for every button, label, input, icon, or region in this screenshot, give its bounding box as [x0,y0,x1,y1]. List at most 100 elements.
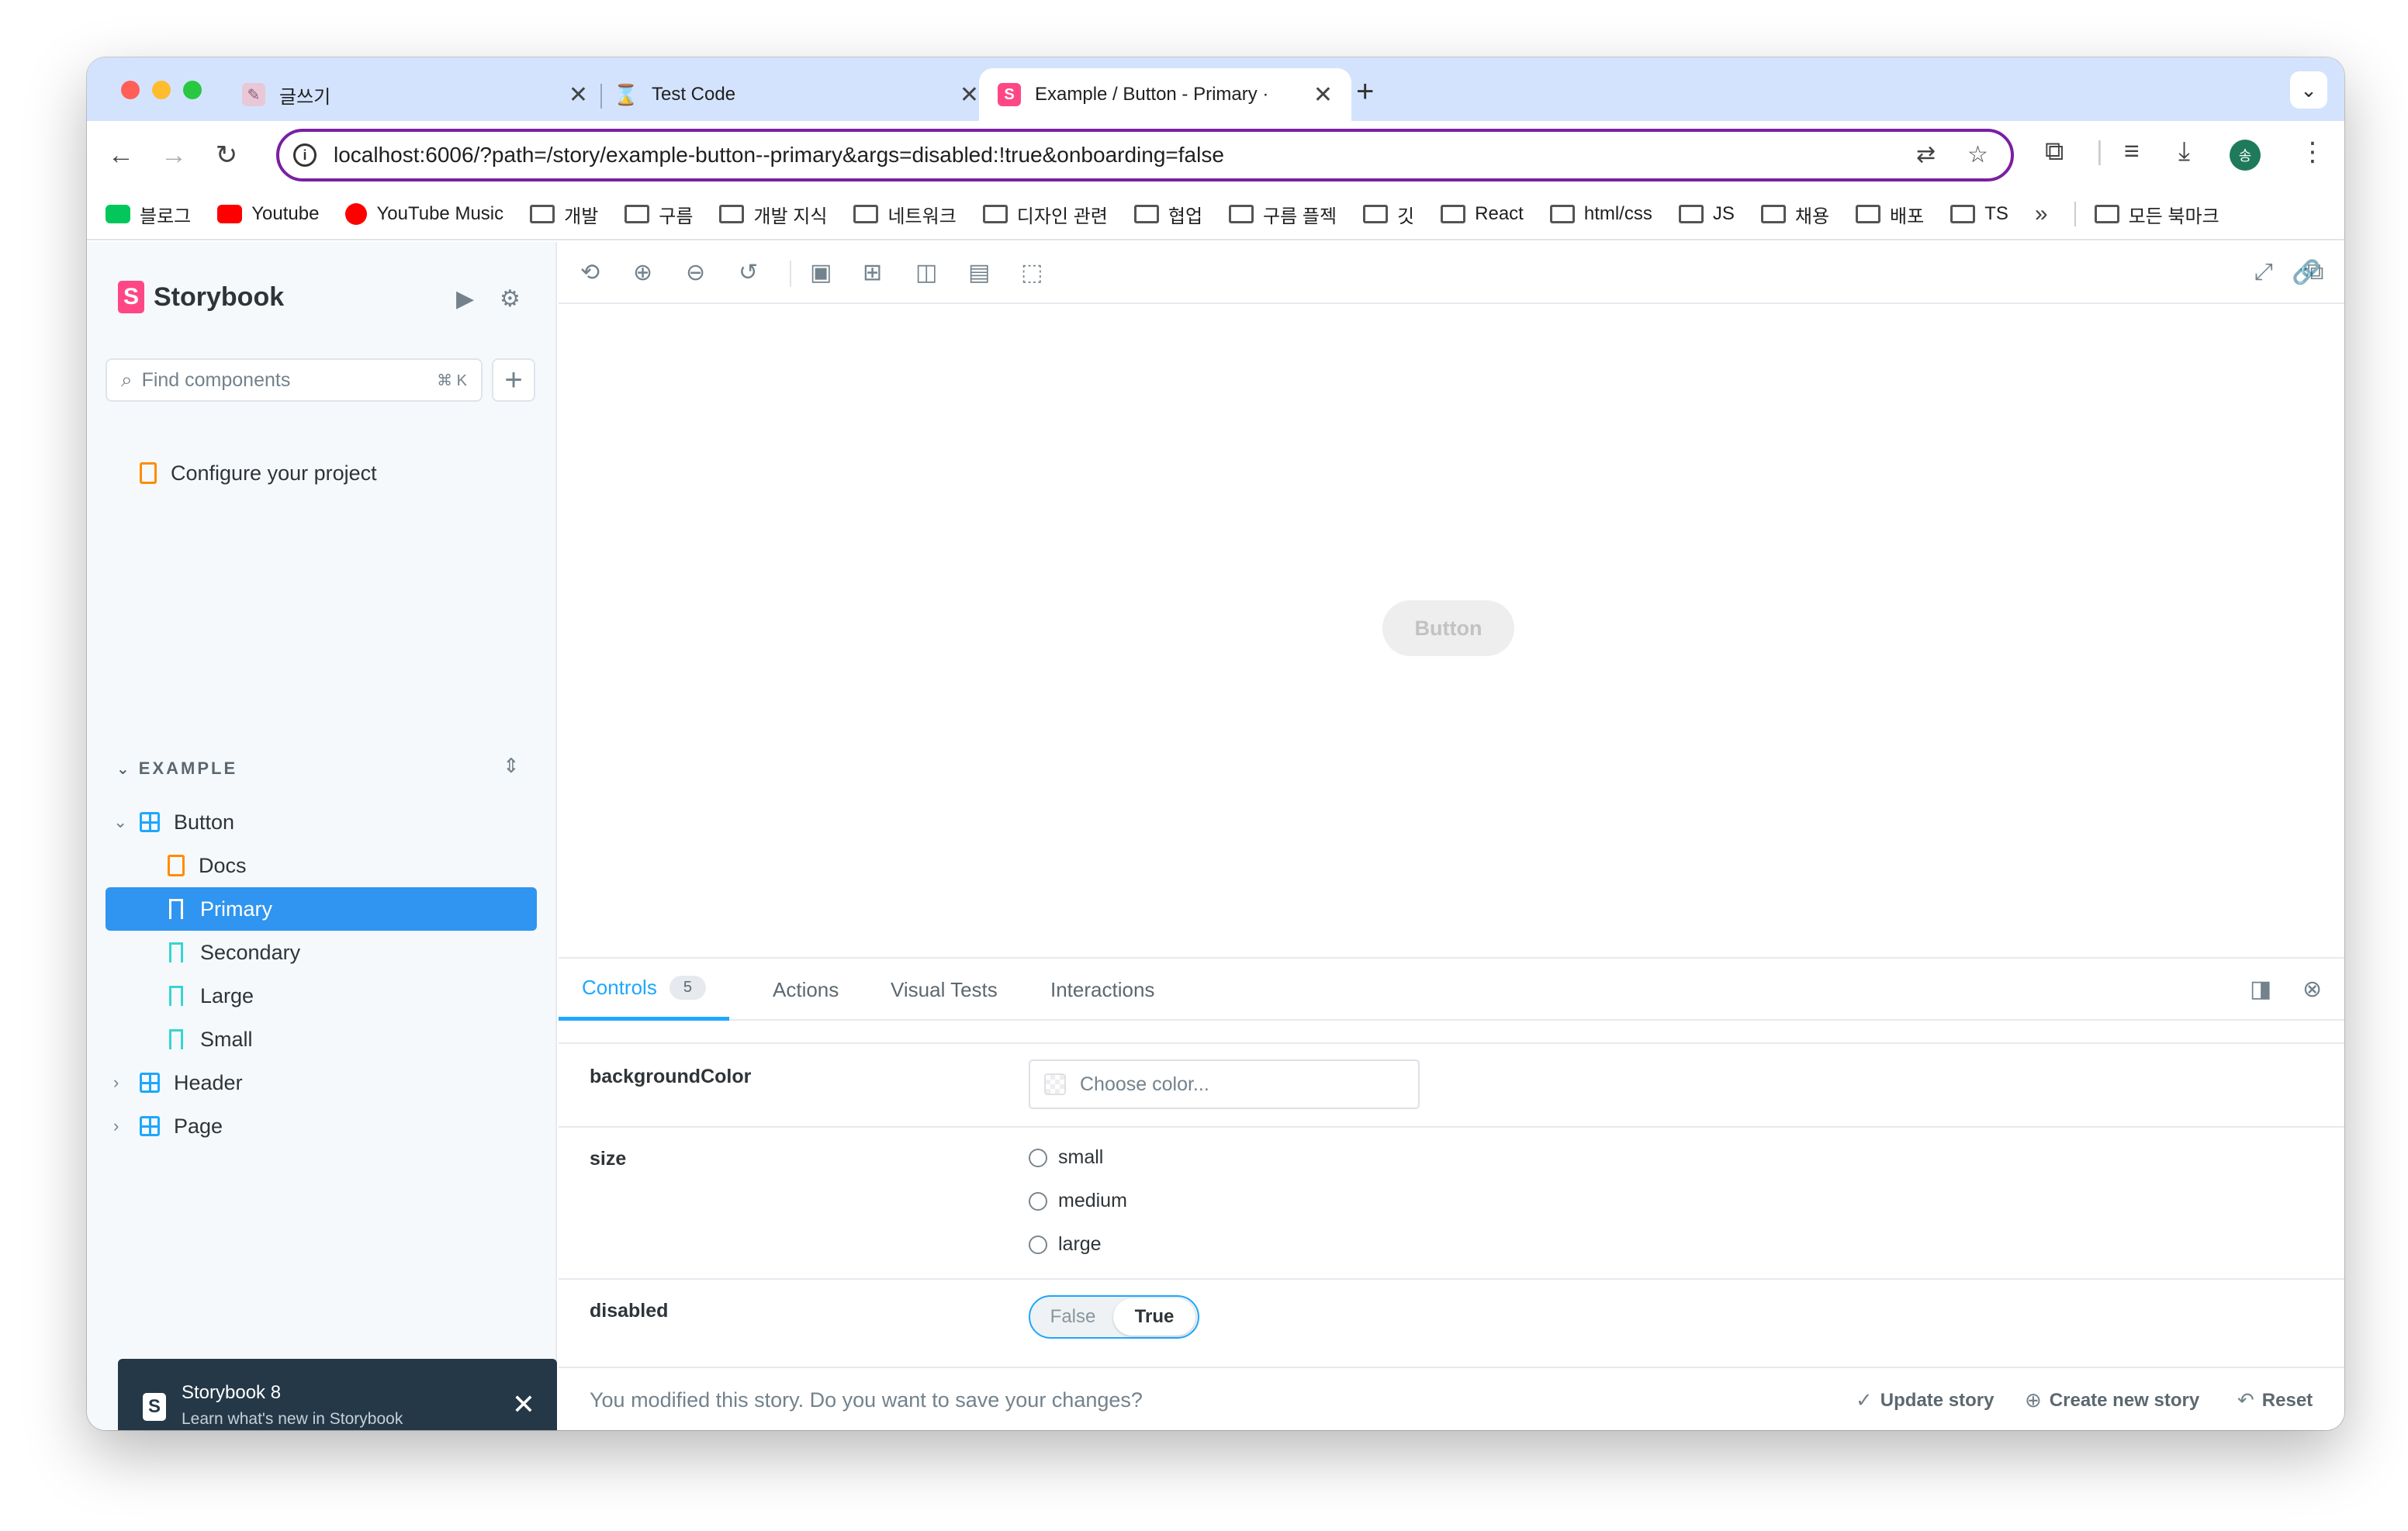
bookmark-folder[interactable]: TS [1950,203,2008,225]
fullscreen-icon[interactable]: ⤢ [2254,259,2273,285]
close-icon[interactable]: ✕ [512,1388,535,1421]
tab-actions[interactable]: Actions [773,959,839,1021]
media-control-icon[interactable]: ≡ [2124,137,2140,167]
bookmark-folder[interactable]: 배포 [1856,201,1924,228]
whats-new-notification[interactable]: S Storybook 8 Learn what's new in Storyb… [118,1359,557,1430]
tree-story-secondary[interactable]: Secondary [169,931,300,974]
bookmark-folder[interactable]: JS [1678,203,1735,225]
create-new-story-button[interactable]: ⊕ Create new story [2025,1388,2199,1412]
bookmark-item[interactable]: 블로그 [106,201,191,228]
tab-interactions[interactable]: Interactions [1050,959,1154,1021]
browser-tab-storybook[interactable]: S Example / Button - Primary · ✕ [979,68,1351,121]
zoom-in-icon[interactable]: ⊕ [633,259,652,286]
address-bar[interactable]: i localhost:6006/?path=/story/example-bu… [276,129,2014,181]
remount-icon[interactable]: ⟲ [580,259,600,286]
copy-link-icon[interactable]: 🔗 [2292,259,2320,286]
radio-circle[interactable] [1029,1148,1047,1167]
new-tab-button[interactable]: + [1356,74,1374,109]
size-radio-large[interactable]: large [1029,1233,1102,1256]
update-story-button[interactable]: ✓ Update story [1856,1388,1995,1412]
bookmarks-overflow-icon[interactable]: » [2035,201,2048,227]
whats-new-play-icon[interactable]: ▶ [456,285,474,313]
viewport-icon[interactable]: ◫ [915,259,937,286]
forward-arrow-icon[interactable]: → [155,137,192,174]
tab-close-icon[interactable]: ✕ [960,81,979,109]
tab-close-icon[interactable]: ✕ [1313,81,1333,109]
tab-separator [600,84,602,109]
zoom-out-icon[interactable]: ⊖ [686,259,705,286]
panel-orientation-icon[interactable]: ◨ [2250,976,2271,1003]
tree-docs[interactable]: Docs [168,844,247,887]
story-button-disabled[interactable]: Button [1382,600,1514,656]
bookmark-folder[interactable]: 개발 지식 [719,201,827,228]
maximize-window-button[interactable] [183,81,202,99]
site-info-icon[interactable]: i [293,143,317,167]
bookmark-folder[interactable]: React [1441,203,1524,225]
boolean-toggle[interactable]: False True [1029,1295,1199,1339]
toggle-false-option[interactable]: False [1033,1306,1113,1328]
folder-icon [1363,205,1389,223]
color-picker-input[interactable]: Choose color... [1029,1059,1420,1109]
tree-component-button[interactable]: ⌄ Button [113,800,234,844]
all-bookmarks-folder[interactable]: 모든 북마크 [2094,201,2219,228]
measure-icon[interactable]: ▤ [968,259,990,286]
radio-circle[interactable] [1029,1191,1047,1211]
tab-search-chevron-icon[interactable]: ⌄ [2290,71,2327,109]
close-window-button[interactable] [121,81,140,99]
zoom-reset-icon[interactable]: ↺ [739,259,758,286]
extensions-puzzle-icon[interactable]: ⧉ [2045,137,2064,167]
bookmark-folder[interactable]: html/css [1549,203,1652,225]
size-radio-small[interactable]: small [1029,1146,1103,1169]
bookmark-folder[interactable]: 구름 플젝 [1229,201,1337,228]
search-input[interactable] [141,368,406,392]
radio-circle[interactable] [1029,1235,1047,1254]
profile-avatar[interactable]: 송 [2230,140,2261,171]
tab-controls[interactable]: Controls 5 [559,959,729,1021]
expand-collapse-icon[interactable]: ⇕ [503,754,520,778]
tree-story-primary[interactable]: Primary [106,887,537,931]
browser-tab-blog[interactable]: ✎ 글쓰기 ✕ [242,68,607,121]
download-icon[interactable]: ⤓ [2178,137,2190,167]
tree-story-large[interactable]: Large [169,974,254,1018]
bookmark-folder[interactable]: 깃 [1363,201,1414,228]
tab-close-icon[interactable]: ✕ [569,81,588,109]
tree-component-page[interactable]: › Page [113,1104,223,1148]
bookmark-folder[interactable]: 협업 [1133,201,1202,228]
bookmark-folder[interactable]: 개발 [530,201,598,228]
storybook-logo[interactable]: S Storybook [118,281,284,313]
bookmark-item[interactable]: Youtube [217,203,319,225]
tree-story-small[interactable]: Small [169,1018,253,1061]
close-panel-icon[interactable]: ⊗ [2302,976,2322,1003]
back-arrow-icon[interactable]: ← [102,137,140,174]
url-text[interactable]: localhost:6006/?path=/story/example-butt… [334,143,1224,168]
toolbar-divider: | [2096,137,2103,166]
bookmark-star-icon[interactable]: ☆ [1967,141,1988,168]
search-field[interactable]: ⌕ ⌘ K [106,358,483,402]
reload-icon[interactable]: ↻ [208,137,245,174]
control-row-disabled: disabled False True [559,1280,2344,1368]
bookmark-folder[interactable]: 네트워크 [853,201,957,228]
background-image-icon[interactable]: ▣ [810,259,832,286]
kebab-menu-icon[interactable]: ⋮ [2299,137,2326,168]
bookmark-folder[interactable]: 디자인 관련 [982,201,1108,228]
tab-label: Visual Tests [891,977,998,1001]
grid-icon[interactable]: ⊞ [863,259,882,286]
minimize-window-button[interactable] [152,81,171,99]
create-story-button[interactable]: + [492,358,535,402]
browser-tab-test-code[interactable]: ⌛ Test Code ✕ [614,68,987,121]
reset-button[interactable]: ↶ Reset [2237,1388,2313,1412]
configure-project-link[interactable]: Configure your project [140,451,377,495]
size-radio-medium[interactable]: medium [1029,1190,1127,1212]
settings-gear-icon[interactable]: ⚙ [500,285,521,313]
toggle-true-option[interactable]: True [1113,1298,1195,1336]
translate-icon[interactable]: ⇄ [1916,141,1936,168]
bookmark-folder[interactable]: 구름 [624,201,693,228]
outline-icon[interactable]: ⬚ [1021,259,1043,286]
tab-visual-tests[interactable]: Visual Tests [891,959,998,1021]
group-header-example[interactable]: ⌄ EXAMPLE [116,759,237,779]
color-swatch[interactable] [1044,1073,1066,1095]
tree-component-header[interactable]: › Header [113,1061,243,1104]
bookmark-folder[interactable]: 채용 [1760,201,1829,228]
tree-label: Large [200,983,254,1007]
bookmark-item[interactable]: YouTube Music [345,203,503,225]
